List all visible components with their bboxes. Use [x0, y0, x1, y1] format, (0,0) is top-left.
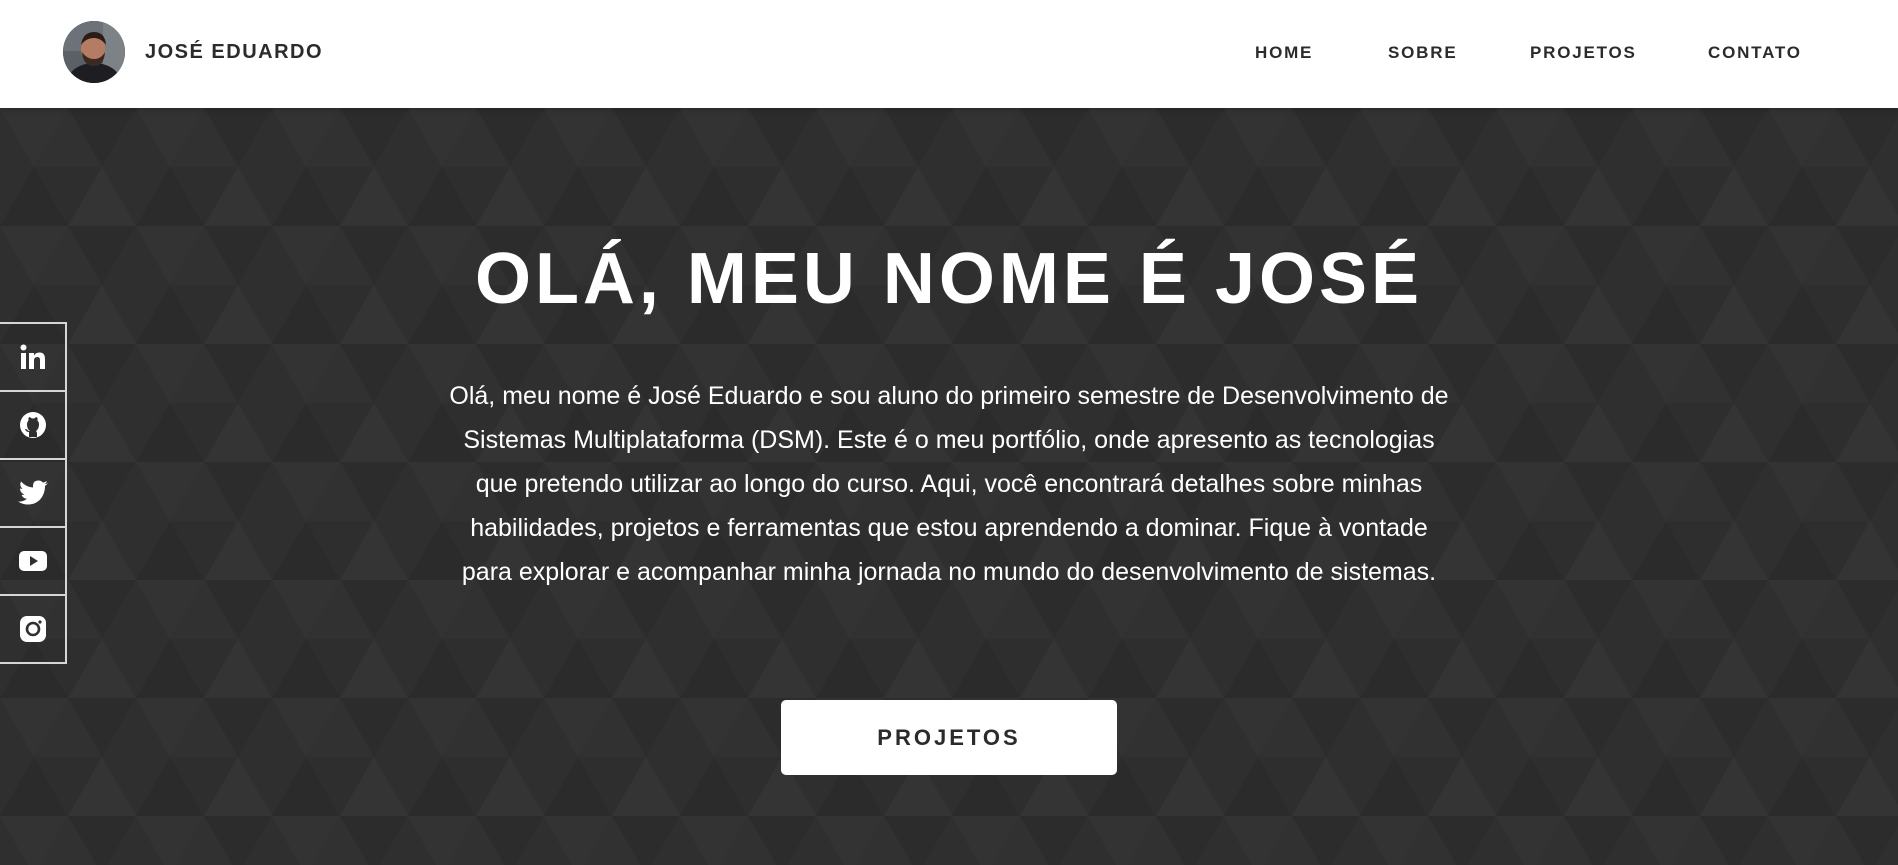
- avatar: [63, 21, 125, 83]
- social-sidebar: [0, 322, 67, 664]
- social-linkedin-link[interactable]: [0, 322, 67, 392]
- github-icon: [19, 412, 46, 438]
- site-header: JOSÉ EDUARDO HOME SOBRE PROJETOS CONTATO: [0, 0, 1898, 108]
- nav-contato[interactable]: CONTATO: [1708, 43, 1802, 63]
- nav-sobre[interactable]: SOBRE: [1388, 43, 1457, 63]
- profile-photo-icon: [63, 21, 125, 83]
- nav-home[interactable]: HOME: [1255, 43, 1313, 63]
- twitter-icon: [17, 480, 48, 505]
- youtube-icon: [18, 551, 47, 571]
- projetos-button[interactable]: PROJETOS: [781, 700, 1117, 775]
- hero-section: OLÁ, MEU NOME É JOSÉ Olá, meu nome é Jos…: [0, 108, 1898, 865]
- social-github-link[interactable]: [0, 390, 67, 460]
- social-twitter-link[interactable]: [0, 458, 67, 528]
- instagram-icon: [19, 616, 46, 642]
- hero-paragraph: Olá, meu nome é José Eduardo e sou aluno…: [449, 382, 1449, 586]
- brand-link[interactable]: JOSÉ EDUARDO: [63, 21, 323, 83]
- hero-title: OLÁ, MEU NOME É JOSÉ: [474, 239, 1424, 319]
- linkedin-icon: [20, 344, 45, 369]
- brand-name: JOSÉ EDUARDO: [145, 40, 324, 63]
- social-instagram-link[interactable]: [0, 594, 67, 664]
- social-youtube-link[interactable]: [0, 526, 67, 596]
- nav-projetos[interactable]: PROJETOS: [1530, 43, 1637, 63]
